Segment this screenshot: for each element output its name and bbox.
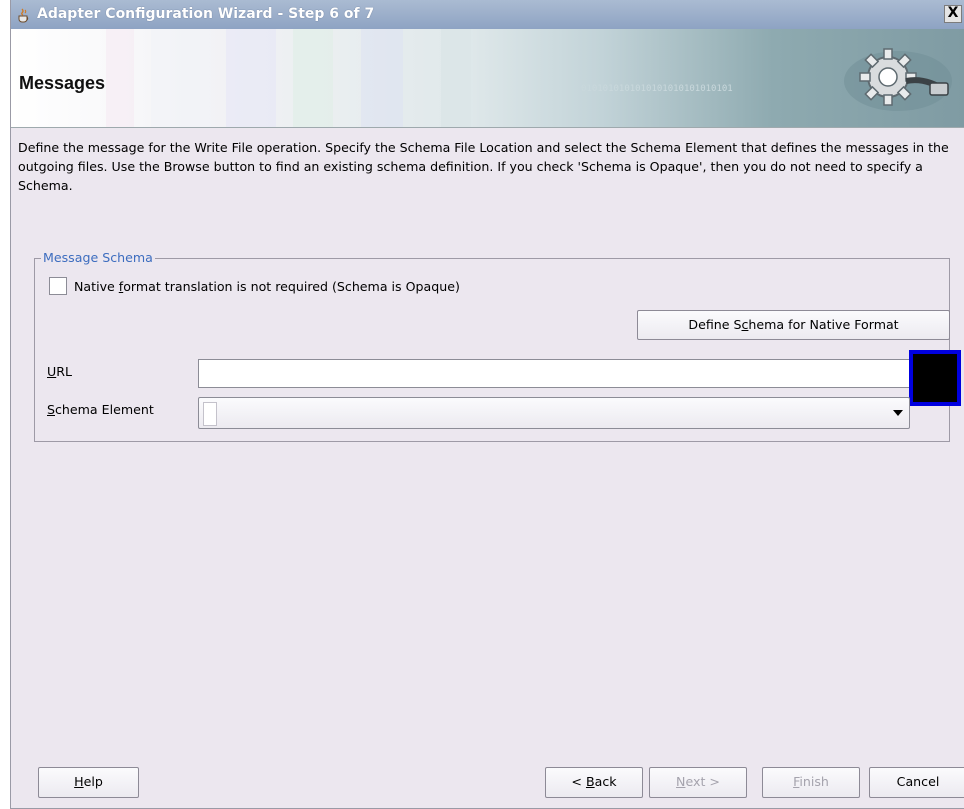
schema-element-label: Schema Element [47,402,154,417]
header-binary-text: 0101010101010101010101010101 [581,84,733,94]
java-cup-icon [18,8,29,23]
header-decoration [441,29,471,127]
url-label: URL [47,364,72,379]
title-bar[interactable]: Adapter Configuration Wizard - Step 6 of… [11,0,964,30]
instructions-text: Define the message for the Write File op… [18,140,949,193]
define-schema-button[interactable]: Define Schema for Native Format [637,310,950,340]
page-title: Messages [19,73,106,93]
header-decoration [293,29,333,127]
chevron-down-icon[interactable] [893,410,903,416]
wizard-header: Messages 0101010101010101010101010101 [11,29,964,128]
opaque-schema-option[interactable]: Native format translation is not require… [49,277,460,295]
schema-element-value [203,402,217,426]
url-field[interactable] [198,359,910,388]
window-title: Adapter Configuration Wizard - Step 6 of… [37,6,375,22]
header-decoration [226,29,276,127]
opaque-schema-label[interactable]: Native format translation is not require… [74,279,460,294]
finish-button[interactable]: Finish [762,767,860,798]
header-decoration [361,29,403,127]
browse-button[interactable] [909,350,961,406]
opaque-schema-checkbox[interactable] [49,277,67,295]
message-schema-legend: Message Schema [41,250,155,265]
schema-element-dropdown[interactable] [198,397,910,429]
adapter-plug-icon [844,48,952,111]
wizard-dialog: Adapter Configuration Wizard - Step 6 of… [10,0,964,809]
back-button[interactable]: < Back [545,767,643,798]
close-button[interactable]: X [944,5,962,23]
cancel-button[interactable]: Cancel [869,767,964,798]
close-icon: X [947,5,959,21]
next-button[interactable]: Next > [649,767,747,798]
help-button[interactable]: Help [38,767,139,798]
header-decoration [106,29,134,127]
header-decoration [151,29,211,127]
